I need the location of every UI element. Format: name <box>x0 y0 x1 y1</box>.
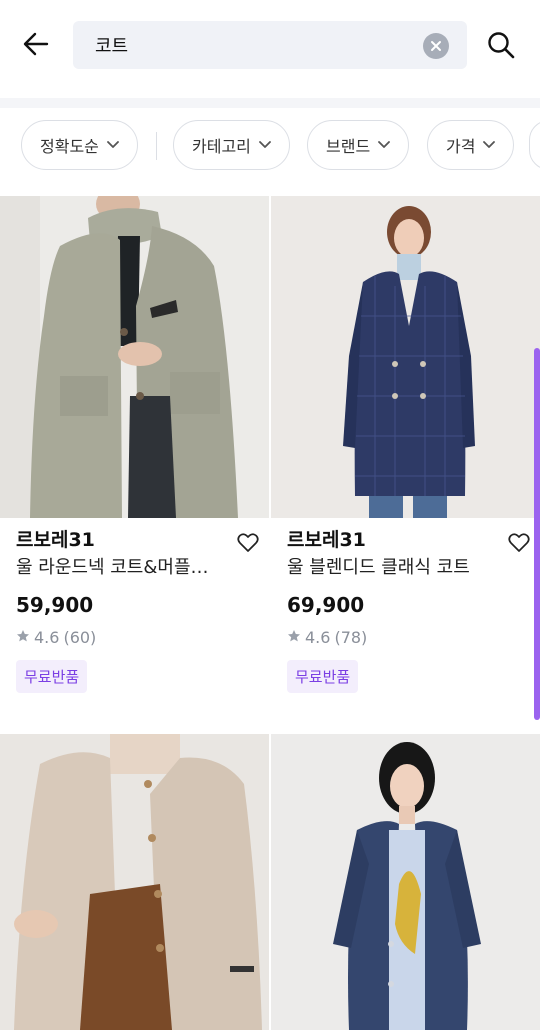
rating-value: 4.6 <box>305 628 331 647</box>
product-image[interactable] <box>0 734 269 1030</box>
product-brand: 르보레31 <box>16 529 95 551</box>
header <box>0 0 540 92</box>
search-button[interactable] <box>482 26 520 64</box>
wishlist-button[interactable] <box>235 530 261 556</box>
free-return-badge: 무료반품 <box>16 660 88 693</box>
rating-value: 4.6 <box>34 628 60 647</box>
header-divider <box>0 98 540 108</box>
filter-chip-label: 카테고리 <box>192 137 251 156</box>
product-card[interactable] <box>271 734 540 1030</box>
product-price: 69,900 <box>287 593 365 617</box>
product-image[interactable] <box>0 196 269 518</box>
product-info: 르보레31 울 블렌디드 클래식 코트 69,900 4.6 (78) 무료반품 <box>287 526 527 693</box>
filter-bar: 정확도순 카테고리 브랜드 가격 <box>0 108 540 184</box>
product-image[interactable] <box>271 734 540 1030</box>
filter-chip-label: 가격 <box>446 137 476 156</box>
product-price: 59,900 <box>16 593 94 617</box>
product-rating: 4.6 (78) <box>287 626 527 650</box>
product-card[interactable]: 르보레31 울 라운드넥 코트&머플… 59,900 4.6 (60) 무료반품 <box>0 196 269 716</box>
free-return-badge: 무료반품 <box>287 660 359 693</box>
wishlist-button[interactable] <box>506 530 532 556</box>
close-icon <box>431 41 441 51</box>
chevron-down-icon <box>258 141 271 149</box>
heart-icon <box>508 533 530 552</box>
clear-search-button[interactable] <box>423 33 449 59</box>
product-info: 르보레31 울 라운드넥 코트&머플… 59,900 4.6 (60) 무료반품 <box>16 526 256 693</box>
product-brand: 르보레31 <box>287 529 366 551</box>
chevron-down-icon <box>106 141 119 149</box>
chevron-down-icon <box>483 141 496 149</box>
review-count: (78) <box>334 628 368 647</box>
heart-icon <box>237 533 259 552</box>
arrow-left-icon <box>23 32 49 56</box>
search-icon <box>488 32 515 59</box>
product-rating: 4.6 (60) <box>16 626 256 650</box>
filter-chip-category[interactable]: 카테고리 <box>173 120 290 170</box>
product-card[interactable] <box>0 734 269 1030</box>
product-name: 울 라운드넥 코트&머플… <box>16 557 209 578</box>
filter-chip-label: 브랜드 <box>326 137 371 156</box>
filter-chip-brand[interactable]: 브랜드 <box>307 120 410 170</box>
search-input[interactable] <box>95 21 415 69</box>
review-count: (60) <box>63 628 97 647</box>
filter-chip-price[interactable]: 가격 <box>427 120 515 170</box>
filter-chip-sort[interactable]: 정확도순 <box>21 120 138 170</box>
filter-chip-label: 정확도순 <box>40 137 99 156</box>
scrollbar[interactable] <box>534 348 540 720</box>
chevron-down-icon <box>378 141 391 149</box>
product-card[interactable]: 르보레31 울 블렌디드 클래식 코트 69,900 4.6 (78) 무료반품 <box>271 196 540 716</box>
filter-divider <box>156 132 157 160</box>
search-bar[interactable] <box>73 21 467 69</box>
product-image[interactable] <box>271 196 540 518</box>
filter-chip-more[interactable] <box>529 120 540 170</box>
star-icon <box>287 626 301 650</box>
product-name: 울 블렌디드 클래식 코트 <box>287 557 470 578</box>
back-button[interactable] <box>18 26 54 62</box>
star-icon <box>16 626 30 650</box>
